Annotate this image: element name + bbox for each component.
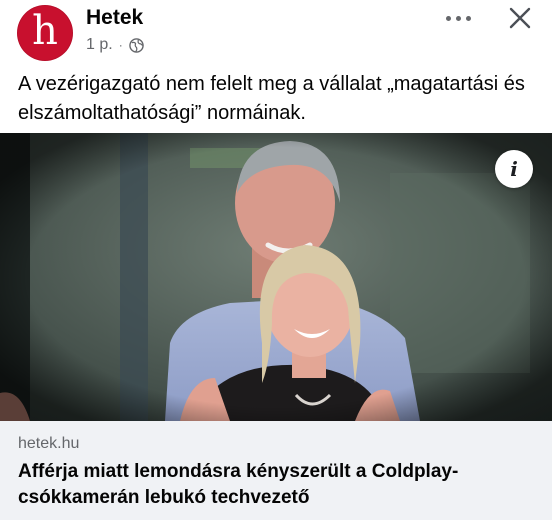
more-dot xyxy=(466,16,471,21)
globe-icon[interactable] xyxy=(128,37,144,53)
info-button[interactable]: i xyxy=(495,150,533,188)
avatar-letter: h xyxy=(32,8,58,54)
more-options-button[interactable] xyxy=(444,3,474,33)
photo-illustration xyxy=(0,133,552,421)
avatar[interactable]: h xyxy=(17,5,73,61)
post-time[interactable]: 1 p. xyxy=(86,36,113,54)
link-headline[interactable]: Afférja miatt lemondásra kényszerült a C… xyxy=(18,459,538,511)
page-name[interactable]: Hetek xyxy=(86,6,143,30)
more-dot xyxy=(456,16,461,21)
post-header: h Hetek 1 p. · xyxy=(0,0,552,66)
meta-separator: · xyxy=(118,38,123,52)
link-preview-image[interactable] xyxy=(0,133,552,421)
close-icon[interactable] xyxy=(506,4,534,32)
post-meta: 1 p. · xyxy=(86,36,144,54)
link-preview-card[interactable]: hetek.hu Afférja miatt lemondásra kénysz… xyxy=(0,421,552,520)
link-domain: hetek.hu xyxy=(18,435,80,452)
post-caption: A vezérigazgató nem felelt meg a vállala… xyxy=(18,73,525,124)
more-dot xyxy=(446,16,451,21)
